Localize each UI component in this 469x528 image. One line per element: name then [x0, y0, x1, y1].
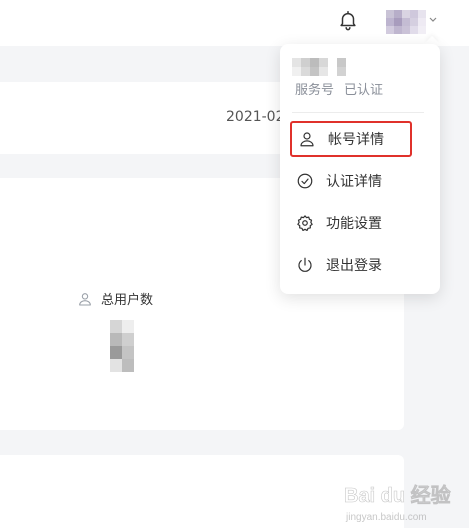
avatar-pixel — [402, 26, 410, 34]
bell-icon — [340, 11, 356, 31]
check-circle-icon — [297, 173, 313, 189]
account-meta: 服务号 已认证 — [295, 79, 383, 98]
avatar-pixel — [394, 10, 402, 18]
avatar-pixel — [418, 18, 426, 26]
name-pixel — [301, 67, 310, 76]
name-pixel — [292, 58, 301, 67]
value-pixel — [122, 346, 134, 359]
user-icon — [79, 292, 91, 306]
watermark-subtext: jingyan.baidu.com — [345, 512, 427, 523]
baidu-jingyan-watermark: Bai du 经验 jingyan.baidu.com — [344, 483, 451, 523]
verified-status: 已认证 — [344, 83, 384, 98]
name-pixel — [337, 58, 346, 67]
menu-item-verification-details[interactable]: 认证详情 — [290, 163, 412, 199]
value-pixel — [110, 359, 122, 372]
name-pixel — [310, 58, 319, 67]
value-pixel — [122, 359, 134, 372]
menu-item-label: 退出登录 — [326, 258, 382, 274]
dropdown-divider — [292, 112, 424, 113]
avatar-pixel — [418, 10, 426, 18]
account-type: 服务号 — [295, 83, 335, 98]
notification-bell-button[interactable] — [333, 5, 363, 35]
name-pixel — [319, 58, 328, 67]
name-pixel — [301, 58, 310, 67]
name-pixel — [292, 67, 301, 76]
watermark-text: Bai du 经验 — [344, 483, 451, 507]
avatar-pixel — [410, 18, 418, 26]
value-pixel — [110, 333, 122, 346]
date-label: 2021-02 — [226, 109, 285, 125]
name-pixel — [337, 67, 346, 76]
avatar-pixel — [402, 18, 410, 26]
total-users-label: 总用户数 — [101, 293, 154, 308]
total-users-stat: 总用户数 — [77, 289, 153, 308]
user-avatar-button[interactable] — [386, 10, 426, 34]
avatar-pixel — [410, 26, 418, 34]
menu-item-label: 功能设置 — [326, 216, 382, 232]
avatar-pixel — [394, 26, 402, 34]
avatar-pixel — [410, 10, 418, 18]
value-pixel — [110, 346, 122, 359]
value-pixel — [122, 333, 134, 346]
avatar-pixel — [386, 18, 394, 26]
avatar-pixel — [386, 26, 394, 34]
name-pixel — [328, 67, 337, 76]
avatar-pixel — [394, 18, 402, 26]
total-users-value — [110, 320, 134, 372]
name-pixel — [319, 67, 328, 76]
value-pixel — [122, 320, 134, 333]
name-pixel — [328, 58, 337, 67]
name-pixel — [310, 67, 319, 76]
menu-item-settings[interactable]: 功能设置 — [290, 205, 412, 241]
menu-item-label: 认证详情 — [326, 174, 382, 190]
account-name-pixelated — [292, 58, 350, 76]
value-pixel — [110, 320, 122, 333]
menu-item-label: 帐号详情 — [328, 132, 384, 148]
menu-item-logout[interactable]: 退出登录 — [290, 247, 412, 283]
avatar-pixel — [386, 10, 394, 18]
chevron-down-icon[interactable] — [427, 10, 439, 22]
avatar-pixel — [402, 10, 410, 18]
gear-icon — [297, 215, 313, 232]
menu-item-account-details[interactable]: 帐号详情 — [290, 121, 412, 157]
avatar-pixel — [418, 26, 426, 34]
user-icon — [300, 132, 314, 147]
power-icon — [298, 257, 312, 272]
